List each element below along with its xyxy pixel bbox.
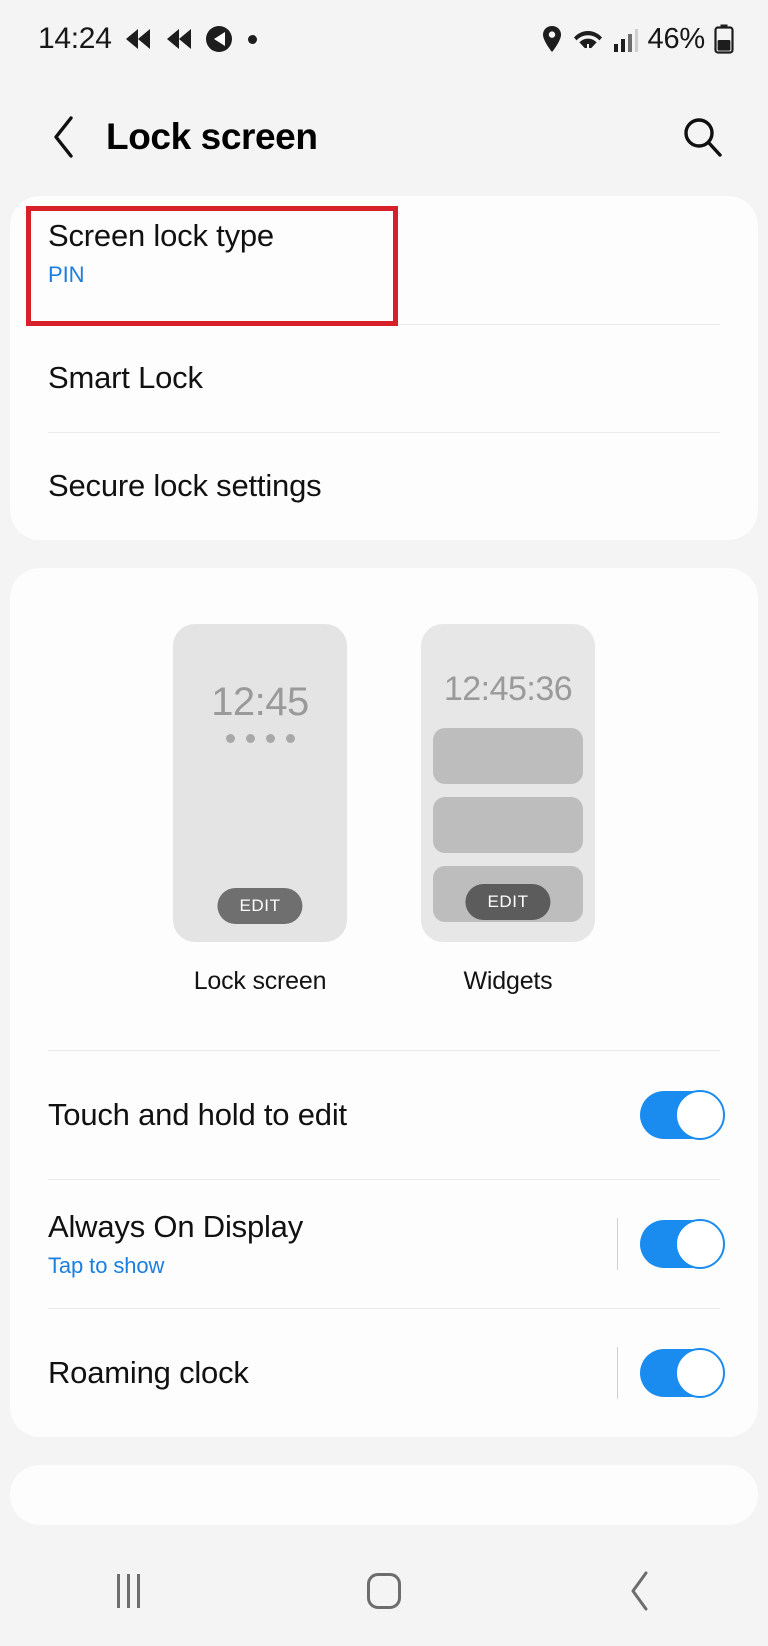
rewind-arrow-icon: [166, 29, 191, 49]
home-button[interactable]: [324, 1556, 444, 1626]
preview-lock-screen[interactable]: 12:45 EDIT Lock screen: [173, 624, 347, 996]
row-texts: Roaming clock: [48, 1355, 617, 1392]
preview-clock: 12:45: [211, 680, 309, 724]
preview-row: 12:45 EDIT Lock screen 12:45:36 EDIT Wid…: [10, 568, 758, 1010]
setting-title: Touch and hold to edit: [48, 1096, 347, 1132]
preview-pin-dots: [173, 734, 347, 743]
vertical-separator: [617, 1218, 618, 1270]
pin-dot: [245, 734, 255, 743]
setting-title: Smart Lock: [48, 360, 203, 396]
setting-title: Secure lock settings: [48, 468, 322, 504]
edit-lock-screen-button[interactable]: EDIT: [217, 888, 303, 924]
toggle-always-on-display[interactable]: [640, 1219, 725, 1269]
app-header: Lock screen: [0, 78, 768, 196]
navigation-bar: [0, 1536, 768, 1646]
preview-frame-widgets[interactable]: 12:45:36 EDIT: [421, 624, 595, 942]
recents-button[interactable]: [68, 1556, 188, 1626]
setting-row-roaming-clock[interactable]: Roaming clock: [10, 1309, 758, 1437]
battery-percent-label: 46%: [647, 22, 706, 55]
toggle-wrap: [640, 1090, 725, 1140]
setting-value: PIN: [48, 261, 85, 287]
widget-placeholder: [433, 797, 583, 853]
pin-dot: [265, 734, 275, 743]
setting-value: Tap to show: [48, 1252, 165, 1278]
edit-widgets-button[interactable]: EDIT: [465, 884, 551, 920]
toggle-knob: [675, 1219, 725, 1269]
row-texts: Always On Display Tap to show: [48, 1209, 617, 1279]
status-bar-left: 14:24: [38, 22, 257, 56]
setting-title: Always On Display: [48, 1209, 304, 1245]
preview-clock: 12:45:36: [443, 670, 573, 708]
lock-screen-preview-card: 12:45 EDIT Lock screen 12:45:36 EDIT Wid…: [10, 568, 758, 1437]
row-texts: Screen lock type PIN: [48, 218, 274, 302]
toggle-knob: [675, 1348, 725, 1398]
preview-frame-lock-screen[interactable]: 12:45 EDIT: [173, 624, 347, 942]
setting-row-touch-and-hold-to-edit[interactable]: Touch and hold to edit: [10, 1051, 758, 1179]
status-bar-right: 46%: [541, 23, 734, 56]
phone-screen: 14:24 46% Lock screen Screen lock type P…: [0, 0, 768, 1646]
back-chevron-icon: [54, 116, 73, 158]
toggle-wrap: [617, 1218, 725, 1270]
back-chevron-icon: [631, 1571, 648, 1611]
setting-row-screen-lock-type[interactable]: Screen lock type PIN: [10, 196, 758, 326]
recents-icon: [116, 1574, 140, 1608]
lock-settings-card: Screen lock type PIN Smart Lock Secure l…: [10, 196, 758, 540]
widget-placeholder: [433, 728, 583, 784]
row-texts: Smart Lock: [48, 360, 720, 397]
next-settings-card-partial[interactable]: [10, 1465, 758, 1525]
toggle-knob: [675, 1090, 725, 1140]
row-texts: Touch and hold to edit: [48, 1097, 640, 1134]
preview-label-lock-screen: Lock screen: [193, 967, 327, 995]
preview-label-widgets: Widgets: [463, 967, 553, 995]
setting-row-secure-lock-settings[interactable]: Secure lock settings: [10, 433, 758, 540]
preview-widgets[interactable]: 12:45:36 EDIT Widgets: [421, 624, 595, 996]
setting-row-always-on-display[interactable]: Always On Display Tap to show: [10, 1180, 758, 1308]
setting-row-smart-lock[interactable]: Smart Lock: [10, 325, 758, 432]
search-button[interactable]: [672, 107, 732, 167]
pin-dot: [285, 734, 295, 743]
search-icon: [684, 118, 722, 157]
dot-indicator-icon: [247, 34, 257, 44]
battery-icon: [714, 24, 734, 54]
vertical-separator: [617, 1347, 618, 1399]
location-pin-icon: [542, 26, 561, 52]
signal-bars-icon: [613, 29, 638, 52]
back-button[interactable]: [34, 107, 94, 167]
pin-dot: [225, 734, 235, 743]
toggle-touch-and-hold-to-edit[interactable]: [640, 1090, 725, 1140]
rewind-arrow-icon: [125, 29, 150, 49]
status-bar-clock: 14:24: [38, 22, 112, 55]
page-title: Lock screen: [106, 116, 318, 157]
home-icon: [367, 1573, 401, 1609]
toggle-wrap: [617, 1347, 725, 1399]
status-bar: 14:24 46%: [0, 0, 768, 78]
wifi-icon: [573, 31, 602, 52]
setting-title: Roaming clock: [48, 1354, 249, 1390]
settings-scroll-area[interactable]: Screen lock type PIN Smart Lock Secure l…: [0, 196, 768, 1536]
dark-circle-app-icon: [205, 26, 232, 52]
setting-title: Screen lock type: [48, 218, 274, 253]
toggle-roaming-clock[interactable]: [640, 1348, 725, 1398]
row-texts: Secure lock settings: [48, 468, 720, 505]
nav-back-button[interactable]: [580, 1556, 700, 1626]
